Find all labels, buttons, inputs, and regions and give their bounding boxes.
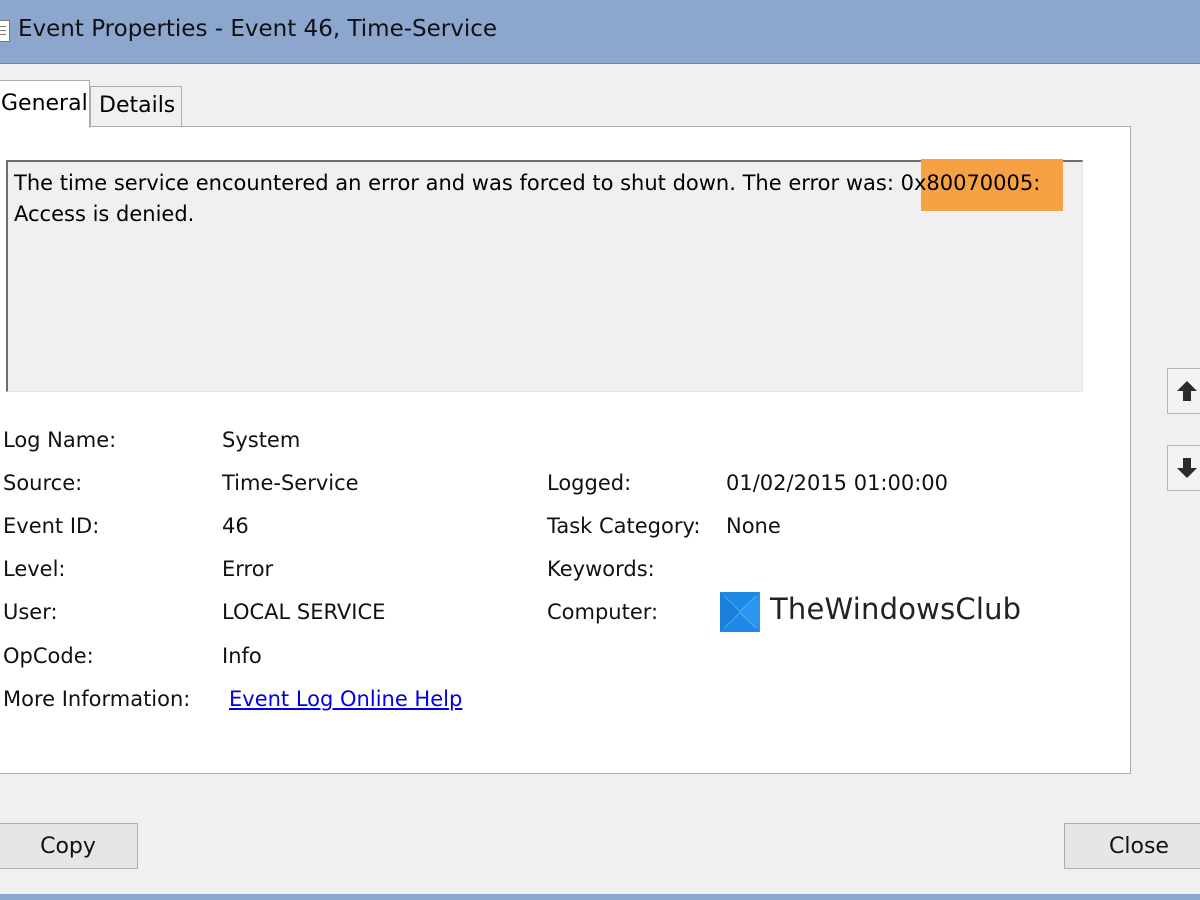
user-value: LOCAL SERVICE [222, 600, 386, 624]
log-name-label: Log Name: [3, 428, 117, 452]
source-value: Time-Service [222, 471, 359, 495]
event-description: The time service encountered an error an… [14, 159, 1074, 230]
description-text: The time service encountered an error an… [14, 171, 901, 195]
tab-details[interactable]: Details [90, 86, 182, 126]
arrow-down-icon [1177, 458, 1197, 478]
source-label: Source: [3, 471, 83, 495]
copy-button[interactable]: Copy [0, 823, 138, 869]
opcode-value: Info [222, 644, 262, 668]
previous-event-button[interactable] [1167, 368, 1200, 414]
error-code: 0x80070005: [900, 171, 1041, 195]
arrow-up-icon [1177, 381, 1197, 401]
keywords-label: Keywords: [547, 557, 655, 581]
window-title: Event Properties - Event 46, Time-Servic… [18, 16, 498, 42]
more-information-label: More Information: [3, 687, 191, 711]
level-value: Error [222, 557, 274, 581]
event-description-box[interactable]: The time service encountered an error an… [6, 159, 1083, 392]
tab-general[interactable]: General [0, 80, 90, 128]
opcode-label: OpCode: [3, 644, 94, 668]
level-label: Level: [3, 557, 66, 581]
computer-value: TheWindowsClub [770, 592, 1022, 626]
event-id-value: 46 [222, 514, 249, 538]
close-button[interactable]: Close [1064, 823, 1200, 869]
task-category-label: Task Category: [547, 514, 701, 538]
next-event-button[interactable] [1167, 445, 1200, 491]
event-properties-icon [0, 20, 10, 42]
event-log-online-help-link[interactable]: Event Log Online Help [229, 687, 462, 711]
event-id-label: Event ID: [3, 514, 100, 538]
task-category-value: None [726, 514, 781, 538]
logged-label: Logged: [547, 471, 632, 495]
windows-logo-icon [720, 592, 760, 632]
window-bottom-edge [0, 894, 1200, 900]
log-name-value: System [222, 428, 301, 452]
title-bar: Event Properties - Event 46, Time-Servic… [0, 0, 1200, 64]
description-text-continued: Access is denied. [14, 202, 195, 226]
logged-value: 01/02/2015 01:00:00 [726, 471, 949, 495]
computer-label: Computer: [547, 600, 659, 624]
user-label: User: [3, 600, 58, 624]
